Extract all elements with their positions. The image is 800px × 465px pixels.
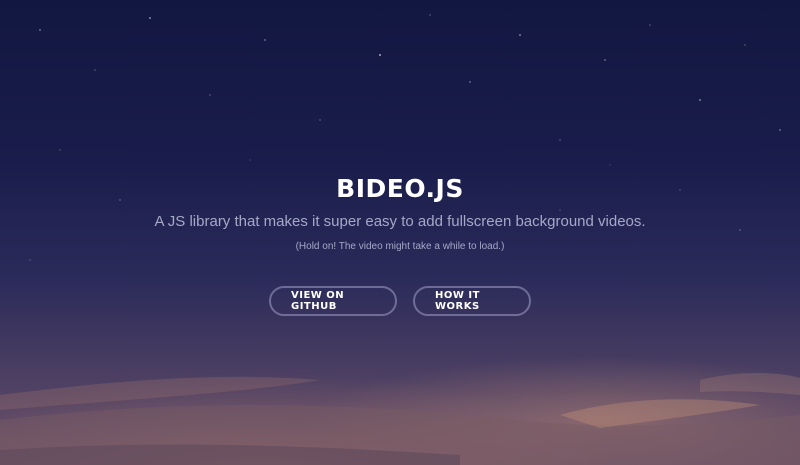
cta-button-group: VIEW ON GITHUB HOW IT WORKS	[0, 286, 800, 316]
how-it-works-button[interactable]: HOW IT WORKS	[413, 286, 531, 316]
view-on-github-button[interactable]: VIEW ON GITHUB	[269, 286, 397, 316]
loading-note: (Hold on! The video might take a while t…	[295, 241, 505, 252]
page-title: BIDEO.JS	[336, 174, 464, 203]
tagline: A JS library that makes it super easy to…	[154, 213, 646, 230]
hero-section: BIDEO.JS A JS library that makes it supe…	[0, 172, 800, 254]
